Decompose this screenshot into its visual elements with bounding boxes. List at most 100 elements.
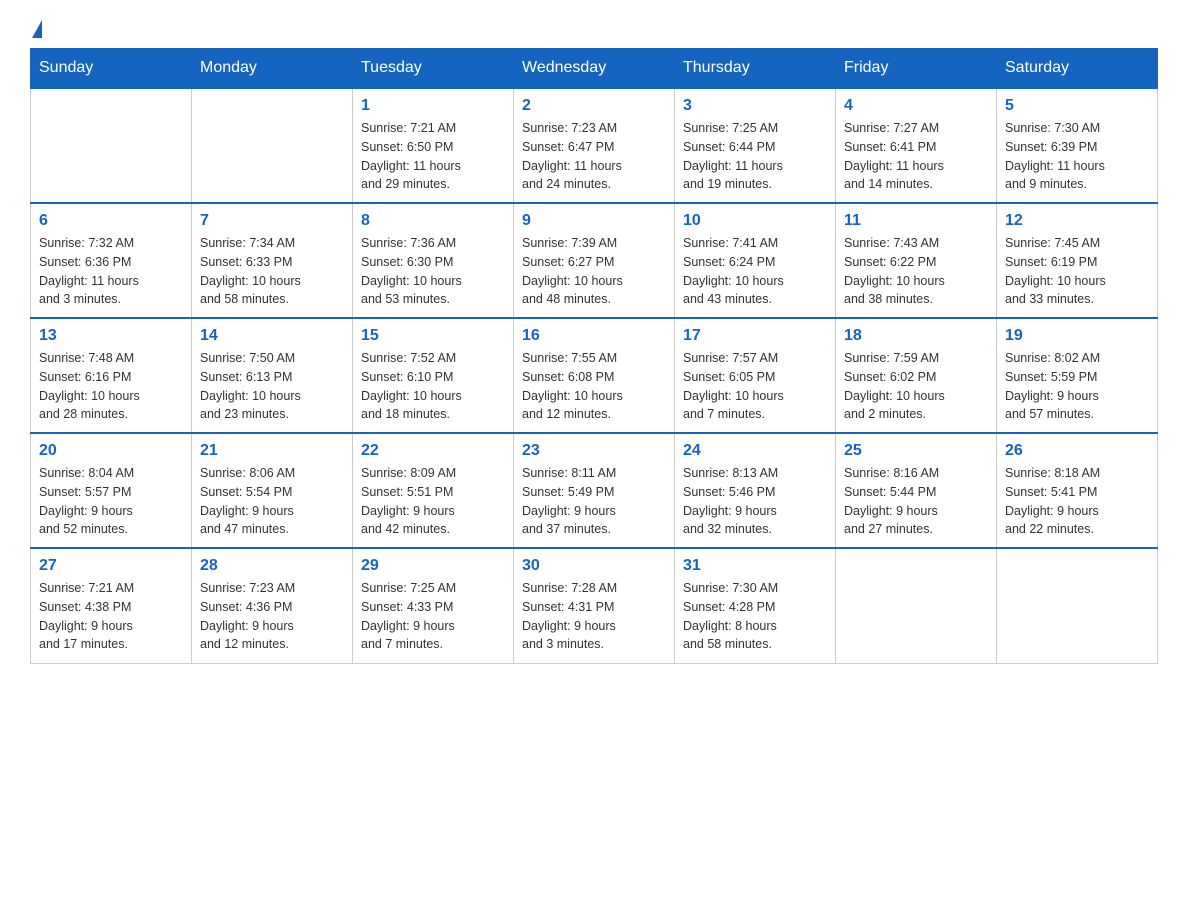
week-row-5: 27Sunrise: 7:21 AM Sunset: 4:38 PM Dayli… <box>31 548 1158 663</box>
calendar-cell: 14Sunrise: 7:50 AM Sunset: 6:13 PM Dayli… <box>192 318 353 433</box>
day-header-saturday: Saturday <box>997 49 1158 89</box>
day-number: 26 <box>1005 442 1149 460</box>
day-info: Sunrise: 7:36 AM Sunset: 6:30 PM Dayligh… <box>361 234 505 309</box>
day-number: 5 <box>1005 97 1149 115</box>
day-info: Sunrise: 8:02 AM Sunset: 5:59 PM Dayligh… <box>1005 349 1149 424</box>
day-header-sunday: Sunday <box>31 49 192 89</box>
day-info: Sunrise: 7:25 AM Sunset: 4:33 PM Dayligh… <box>361 579 505 654</box>
day-number: 13 <box>39 327 183 345</box>
day-info: Sunrise: 8:11 AM Sunset: 5:49 PM Dayligh… <box>522 464 666 539</box>
logo <box>30 20 42 38</box>
day-info: Sunrise: 7:50 AM Sunset: 6:13 PM Dayligh… <box>200 349 344 424</box>
day-number: 6 <box>39 212 183 230</box>
day-info: Sunrise: 8:13 AM Sunset: 5:46 PM Dayligh… <box>683 464 827 539</box>
day-number: 31 <box>683 557 827 575</box>
calendar-cell: 10Sunrise: 7:41 AM Sunset: 6:24 PM Dayli… <box>675 203 836 318</box>
calendar-cell <box>192 88 353 203</box>
calendar-cell: 2Sunrise: 7:23 AM Sunset: 6:47 PM Daylig… <box>514 88 675 203</box>
calendar-cell: 17Sunrise: 7:57 AM Sunset: 6:05 PM Dayli… <box>675 318 836 433</box>
day-info: Sunrise: 8:09 AM Sunset: 5:51 PM Dayligh… <box>361 464 505 539</box>
calendar-cell: 12Sunrise: 7:45 AM Sunset: 6:19 PM Dayli… <box>997 203 1158 318</box>
day-info: Sunrise: 7:48 AM Sunset: 6:16 PM Dayligh… <box>39 349 183 424</box>
day-header-wednesday: Wednesday <box>514 49 675 89</box>
day-number: 1 <box>361 97 505 115</box>
week-row-3: 13 Sunrise: 7:48 AM Sunset: 6:16 PM Dayli… <box>31 318 1158 433</box>
day-number: 17 <box>683 327 827 345</box>
days-header-row: SundayMondayTuesdayWednesdayThursdayFrid… <box>31 49 1158 89</box>
calendar-cell: 23 Sunrise: 8:11 AM Sunset: 5:49 PM Dayli… <box>514 433 675 548</box>
calendar-cell: 6 Sunrise: 7:32 AM Sunset: 6:36 PM Daylig… <box>31 203 192 318</box>
calendar-cell: 26 Sunrise: 8:18 AM Sunset: 5:41 PM Dayli… <box>997 433 1158 548</box>
calendar-table: SundayMondayTuesdayWednesdayThursdayFrid… <box>30 48 1158 664</box>
day-info: Sunrise: 7:55 AM Sunset: 6:08 PM Dayligh… <box>522 349 666 424</box>
day-info: Sunrise: 7:21 AM Sunset: 6:50 PM Dayligh… <box>361 119 505 194</box>
calendar-cell: 21 Sunrise: 8:06 AM Sunset: 5:54 PM Dayli… <box>192 433 353 548</box>
day-header-tuesday: Tuesday <box>353 49 514 89</box>
calendar-cell: 5 Sunrise: 7:30 AM Sunset: 6:39 PM Daylig… <box>997 88 1158 203</box>
calendar-cell: 28 Sunrise: 7:23 AM Sunset: 4:36 PM Dayli… <box>192 548 353 663</box>
day-info: Sunrise: 7:30 AM Sunset: 6:39 PM Dayligh… <box>1005 119 1149 194</box>
day-info: Sunrise: 7:34 AM Sunset: 6:33 PM Dayligh… <box>200 234 344 309</box>
calendar-cell <box>31 88 192 203</box>
calendar-cell: 7 Sunrise: 7:34 AM Sunset: 6:33 PM Daylig… <box>192 203 353 318</box>
calendar-cell: 29 Sunrise: 7:25 AM Sunset: 4:33 PM Dayli… <box>353 548 514 663</box>
logo-triangle-icon <box>32 20 42 38</box>
day-info: Sunrise: 7:23 AM Sunset: 4:36 PM Dayligh… <box>200 579 344 654</box>
calendar-cell: 25 Sunrise: 8:16 AM Sunset: 5:44 PM Dayli… <box>836 433 997 548</box>
calendar-cell: 1 Sunrise: 7:21 AM Sunset: 6:50 PM Daylig… <box>353 88 514 203</box>
page-header <box>30 20 1158 38</box>
calendar-cell: 16 Sunrise: 7:55 AM Sunset: 6:08 PM Dayli… <box>514 318 675 433</box>
day-info: Sunrise: 7:39 AM Sunset: 6:27 PM Dayligh… <box>522 234 666 309</box>
day-info: Sunrise: 7:25 AM Sunset: 6:44 PM Dayligh… <box>683 119 827 194</box>
day-info: Sunrise: 7:59 AM Sunset: 6:02 PM Dayligh… <box>844 349 988 424</box>
day-info: Sunrise: 7:27 AM Sunset: 6:41 PM Dayligh… <box>844 119 988 194</box>
day-number: 23 <box>522 442 666 460</box>
day-number: 16 <box>522 327 666 345</box>
calendar-cell: 22 Sunrise: 8:09 AM Sunset: 5:51 PM Dayli… <box>353 433 514 548</box>
week-row-2: 6 Sunrise: 7:32 AM Sunset: 6:36 PM Daylig… <box>31 203 1158 318</box>
day-info: Sunrise: 7:41 AM Sunset: 6:24 PM Dayligh… <box>683 234 827 309</box>
calendar-cell <box>836 548 997 663</box>
day-number: 3 <box>683 97 827 115</box>
day-number: 4 <box>844 97 988 115</box>
calendar-cell: 27Sunrise: 7:21 AM Sunset: 4:38 PM Dayli… <box>31 548 192 663</box>
day-number: 22 <box>361 442 505 460</box>
day-number: 2 <box>522 97 666 115</box>
day-number: 12 <box>1005 212 1149 230</box>
day-header-monday: Monday <box>192 49 353 89</box>
day-number: 11 <box>844 212 988 230</box>
day-info: Sunrise: 7:32 AM Sunset: 6:36 PM Dayligh… <box>39 234 183 309</box>
calendar-cell: 20 Sunrise: 8:04 AM Sunset: 5:57 PM Dayli… <box>31 433 192 548</box>
day-info: Sunrise: 8:18 AM Sunset: 5:41 PM Dayligh… <box>1005 464 1149 539</box>
day-info: Sunrise: 7:28 AM Sunset: 4:31 PM Dayligh… <box>522 579 666 654</box>
day-info: Sunrise: 8:04 AM Sunset: 5:57 PM Dayligh… <box>39 464 183 539</box>
calendar-cell: 30Sunrise: 7:28 AM Sunset: 4:31 PM Dayli… <box>514 548 675 663</box>
day-number: 28 <box>200 557 344 575</box>
calendar-cell: 4 Sunrise: 7:27 AM Sunset: 6:41 PM Daylig… <box>836 88 997 203</box>
day-number: 9 <box>522 212 666 230</box>
calendar-cell: 9 Sunrise: 7:39 AM Sunset: 6:27 PM Daylig… <box>514 203 675 318</box>
day-header-friday: Friday <box>836 49 997 89</box>
day-info: Sunrise: 7:52 AM Sunset: 6:10 PM Dayligh… <box>361 349 505 424</box>
calendar-cell: 15Sunrise: 7:52 AM Sunset: 6:10 PM Dayli… <box>353 318 514 433</box>
calendar-cell: 13 Sunrise: 7:48 AM Sunset: 6:16 PM Dayli… <box>31 318 192 433</box>
day-number: 29 <box>361 557 505 575</box>
day-info: Sunrise: 7:30 AM Sunset: 4:28 PM Dayligh… <box>683 579 827 654</box>
week-row-4: 20 Sunrise: 8:04 AM Sunset: 5:57 PM Dayli… <box>31 433 1158 548</box>
calendar-cell <box>997 548 1158 663</box>
calendar-cell: 8 Sunrise: 7:36 AM Sunset: 6:30 PM Daylig… <box>353 203 514 318</box>
calendar-cell: 19 Sunrise: 8:02 AM Sunset: 5:59 PM Dayli… <box>997 318 1158 433</box>
day-info: Sunrise: 7:43 AM Sunset: 6:22 PM Dayligh… <box>844 234 988 309</box>
calendar-cell: 11 Sunrise: 7:43 AM Sunset: 6:22 PM Dayli… <box>836 203 997 318</box>
day-number: 8 <box>361 212 505 230</box>
day-info: Sunrise: 7:21 AM Sunset: 4:38 PM Dayligh… <box>39 579 183 654</box>
day-number: 19 <box>1005 327 1149 345</box>
day-number: 21 <box>200 442 344 460</box>
day-header-thursday: Thursday <box>675 49 836 89</box>
day-number: 7 <box>200 212 344 230</box>
week-row-1: 1 Sunrise: 7:21 AM Sunset: 6:50 PM Daylig… <box>31 88 1158 203</box>
day-info: Sunrise: 8:16 AM Sunset: 5:44 PM Dayligh… <box>844 464 988 539</box>
day-info: Sunrise: 8:06 AM Sunset: 5:54 PM Dayligh… <box>200 464 344 539</box>
day-number: 20 <box>39 442 183 460</box>
day-number: 25 <box>844 442 988 460</box>
